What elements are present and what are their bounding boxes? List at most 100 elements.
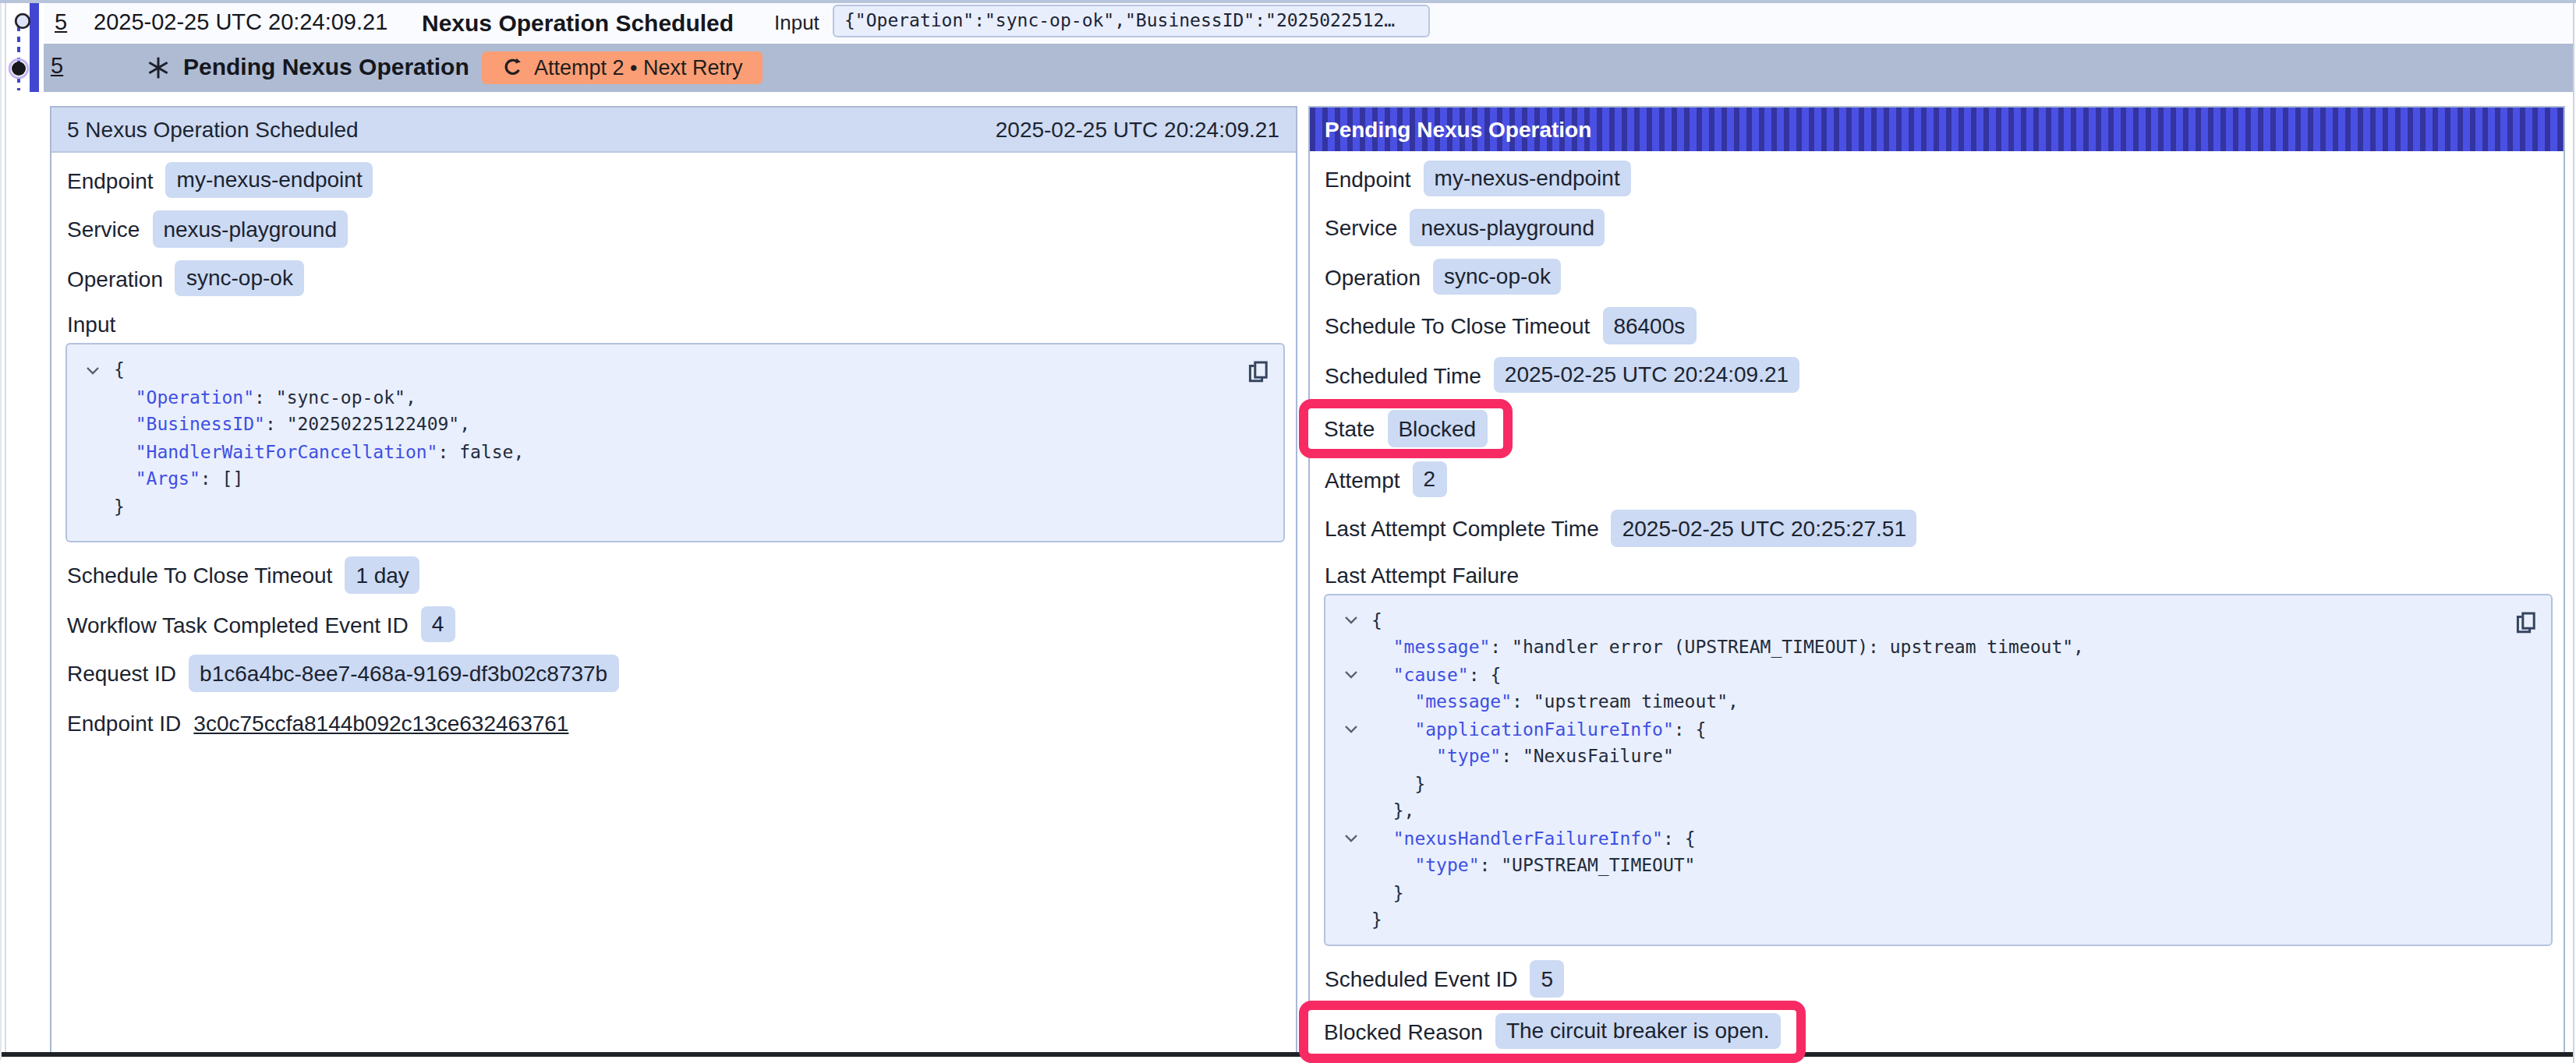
json-line: "Operation": "sync-op-ok", xyxy=(86,384,1264,411)
json-text: "Operation": "sync-op-ok", xyxy=(114,384,416,411)
retry-badge: Attempt 2 • Next Retry xyxy=(481,51,763,83)
json-text: } xyxy=(1371,907,1382,934)
detail-value-badge: my-nexus-endpoint xyxy=(166,162,373,199)
detail-label: Endpoint xyxy=(67,168,154,192)
pending-title: Pending Nexus Operation xyxy=(183,53,469,79)
collapse-chevron-icon[interactable] xyxy=(1343,662,1371,689)
asterisk-icon xyxy=(146,55,169,79)
json-line: "BusinessID": "20250225122409", xyxy=(86,411,1264,439)
detail-row: Operationsync-op-ok xyxy=(1309,258,2563,295)
json-gutter xyxy=(86,411,114,439)
detail-label: Attempt xyxy=(1325,467,1400,492)
json-text: "message": "handler error (UPSTREAM_TIME… xyxy=(1371,634,2084,662)
json-line: "Args": [] xyxy=(86,466,1264,493)
detail-label: Input xyxy=(51,309,1295,340)
json-text: "type": "UPSTREAM_TIMEOUT" xyxy=(1371,853,1695,880)
detail-value-badge: my-nexus-endpoint xyxy=(1424,161,1631,197)
page: 5 2025-02-25 UTC 20:24:09.21 Nexus Opera… xyxy=(0,0,2576,1063)
input-preview-box[interactable]: {"Operation":"sync-op-ok","BusinessID":"… xyxy=(832,4,1429,37)
detail-value-badge: 5 xyxy=(1530,961,1565,998)
detail-label: Endpoint xyxy=(1325,166,1411,191)
detail-label: Scheduled Event ID xyxy=(1325,966,1518,991)
page-right-border xyxy=(2573,0,2574,1063)
json-line: } xyxy=(1343,771,2532,798)
json-line: "HandlerWaitForCancellation": false, xyxy=(86,439,1264,466)
event-row-scheduled[interactable]: 5 2025-02-25 UTC 20:24:09.21 Nexus Opera… xyxy=(44,2,2573,41)
pending-operation-card-header: Pending Nexus Operation xyxy=(1309,107,2563,151)
json-gutter xyxy=(1343,907,1371,934)
detail-row: Endpoint ID 3c0c75ccfa8144b092c13ce632463… xyxy=(51,704,1295,741)
json-gutter xyxy=(1343,798,1371,825)
detail-row: Scheduled Time 2025-02-25 UTC 20:24:09.21 xyxy=(1309,356,2563,394)
detail-row: Servicenexus-playground xyxy=(51,210,1295,248)
retry-badge-label: Attempt 2 • Next Retry xyxy=(534,55,743,79)
json-line: { xyxy=(86,357,1264,384)
detail-label: State xyxy=(1324,416,1375,441)
timeline-filled-circle-icon xyxy=(8,58,30,79)
detail-label: Last Attempt Failure xyxy=(1309,559,2563,590)
input-label: Input xyxy=(774,11,819,34)
json-line: { xyxy=(1343,607,2532,634)
detail-value-badge: nexus-playground xyxy=(152,211,348,248)
detail-value-link[interactable]: 3c0c75ccfa8144b092c13ce632463761 xyxy=(193,710,568,735)
collapse-chevron-icon[interactable] xyxy=(1343,716,1371,743)
json-text: "cause": { xyxy=(1371,662,1501,689)
detail-row: Endpoint my-nexus-endpoint xyxy=(1309,160,2563,197)
timeline-track-line xyxy=(5,0,6,1054)
detail-label: Endpoint ID xyxy=(67,710,181,735)
json-gutter xyxy=(86,493,114,521)
json-gutter xyxy=(86,439,114,466)
detail-value-badge: 2 xyxy=(1413,461,1447,498)
detail-value-badge: 2025-02-25 UTC 20:25:27.51 xyxy=(1612,510,1917,547)
collapse-chevron-icon[interactable] xyxy=(86,357,114,384)
json-text: { xyxy=(114,357,125,384)
json-gutter xyxy=(1343,634,1371,662)
event-row-pending[interactable]: 5 Pending Nexus Operation Attempt 2 • Ne… xyxy=(44,43,2573,92)
retry-icon xyxy=(501,56,522,78)
pending-event-id-link[interactable]: 5 xyxy=(51,53,63,78)
page-top-border xyxy=(0,0,2576,2)
json-gutter xyxy=(1343,771,1371,798)
detail-value-badge: Blocked xyxy=(1387,411,1487,447)
detail-value-badge: 1 day xyxy=(345,557,420,594)
detail-row: Last Attempt Complete Time2025-02-25 UTC… xyxy=(1309,510,2563,547)
event-detail-card-time: 2025-02-25 UTC 20:24:09.21 xyxy=(996,117,1279,142)
detail-label: Schedule To Close Timeout xyxy=(67,563,332,588)
detail-value-badge: 2025-02-25 UTC 20:24:09.21 xyxy=(1494,357,1799,394)
json-line: "cause": { xyxy=(1343,662,2532,689)
event-detail-card: 5 Nexus Operation Scheduled 2025-02-25 U… xyxy=(50,105,1297,1056)
detail-value-badge: sync-op-ok xyxy=(175,260,304,297)
json-gutter xyxy=(1343,743,1371,771)
detail-row: Scheduled Event ID 5 xyxy=(1309,960,2563,998)
detail-row: Schedule To Close Timeout86400s xyxy=(1309,307,2563,344)
annotation-highlight: State Blocked xyxy=(1299,399,1512,458)
detail-row: Request IDb1c6a4bc-8ee7-468a-9169-df3b02… xyxy=(51,655,1295,692)
collapse-chevron-icon[interactable] xyxy=(1343,825,1371,853)
detail-label: Operation xyxy=(67,266,163,291)
json-text: { xyxy=(1371,607,1382,634)
detail-row: Schedule To Close Timeout 1 day xyxy=(51,556,1295,594)
json-text: "type": "NexusFailure" xyxy=(1371,743,1674,771)
detail-row: State Blocked xyxy=(1308,408,1502,449)
detail-row: Workflow Task Completed Event ID4 xyxy=(51,606,1295,643)
json-line: "type": "NexusFailure" xyxy=(1343,743,2532,771)
detail-label: Scheduled Time xyxy=(1325,362,1481,387)
detail-value-badge: b1c6a4bc-8ee7-468a-9169-df3b02c8737b xyxy=(189,655,618,692)
detail-label: Schedule To Close Timeout xyxy=(1325,313,1590,338)
json-gutter xyxy=(1343,853,1371,880)
collapse-chevron-icon[interactable] xyxy=(1343,607,1371,634)
event-time: 2025-02-25 UTC 20:24:09.21 xyxy=(94,9,387,34)
detail-row: Endpoint my-nexus-endpoint xyxy=(51,161,1295,199)
json-text: } xyxy=(1371,880,1404,907)
detail-value-badge: sync-op-ok xyxy=(1433,259,1562,295)
json-gutter xyxy=(86,466,114,493)
json-line: "message": "upstream timeout", xyxy=(1343,689,2532,716)
copy-icon[interactable] xyxy=(1247,360,1269,388)
json-gutter xyxy=(1343,880,1371,907)
json-line: } xyxy=(1343,880,2532,907)
event-id-link[interactable]: 5 xyxy=(55,9,67,34)
json-text: "nexusHandlerFailureInfo": { xyxy=(1371,825,1696,853)
json-line: "type": "UPSTREAM_TIMEOUT" xyxy=(1343,853,2532,880)
copy-icon[interactable] xyxy=(2514,610,2536,638)
json-line: "applicationFailureInfo": { xyxy=(1343,716,2532,743)
